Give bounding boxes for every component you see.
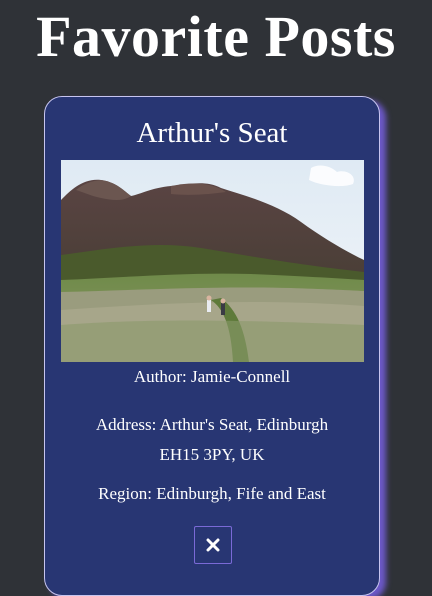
page-title: Favorite Posts bbox=[36, 4, 396, 69]
post-region: Region: Edinburgh, Fife and East bbox=[98, 484, 326, 503]
close-icon bbox=[206, 538, 220, 552]
post-address-line1: Address: Arthur's Seat, Edinburgh bbox=[95, 415, 329, 434]
post-photo bbox=[61, 160, 364, 362]
remove-favorite-button[interactable] bbox=[194, 526, 232, 564]
favorite-post-card: Arthur's Seat Author: Jamie-Connell Addr… bbox=[44, 96, 380, 596]
post-address-line2: EH15 3PY, UK bbox=[159, 445, 265, 464]
post-title: Arthur's Seat bbox=[136, 117, 288, 149]
post-author: Author: Jamie-Connell bbox=[133, 367, 291, 386]
post-address: Address: Arthur's Seat, Edinburgh EH15 3… bbox=[45, 410, 379, 470]
